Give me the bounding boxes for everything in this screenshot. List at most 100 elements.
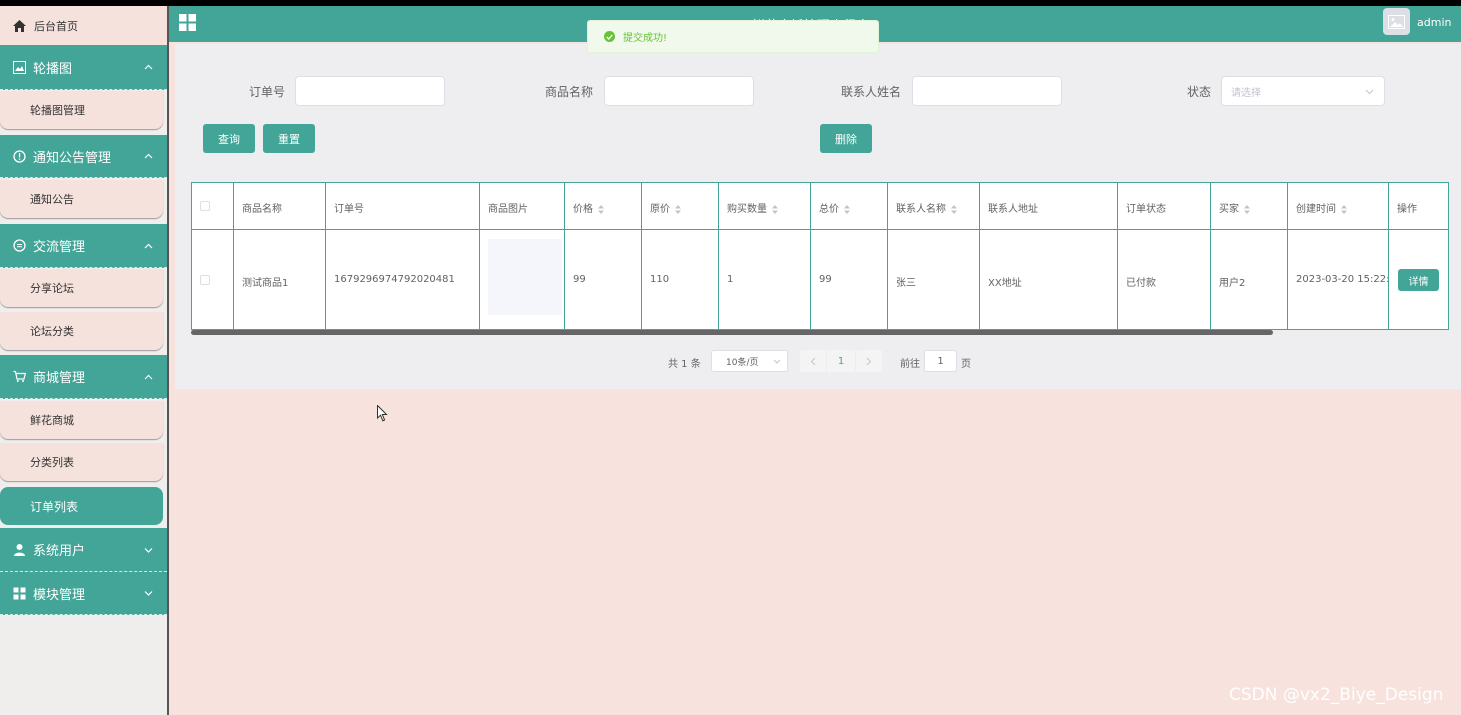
sort-icon <box>951 204 957 214</box>
delete-button[interactable]: 删除 <box>820 124 872 153</box>
column-header-sortable[interactable]: 创建时间 <box>1296 200 1347 215</box>
chevron-down-icon <box>1365 89 1374 95</box>
table-horizontal-scrollbar[interactable] <box>191 330 1273 335</box>
column-header-label: 购买数量 <box>727 204 767 215</box>
image-icon <box>13 60 26 74</box>
column-header: 商品名称 <box>242 204 282 215</box>
column-header-sortable[interactable]: 联系人名称 <box>896 200 957 215</box>
reset-button[interactable]: 重置 <box>263 124 315 153</box>
goto-label: 前往 <box>900 359 920 370</box>
sort-icon <box>844 204 850 214</box>
column-header-label: 买家 <box>1219 204 1239 215</box>
order-no-input[interactable] <box>295 76 445 106</box>
table-col-select <box>192 183 234 329</box>
pagination-total: 共 1 条 <box>668 359 701 370</box>
sidebar-item-label: 论坛分类 <box>30 325 74 338</box>
table-col-total: 总价 99 <box>811 183 888 329</box>
cell-total: 99 <box>819 274 832 285</box>
column-header-label: 创建时间 <box>1296 204 1336 215</box>
product-name-label: 商品名称 <box>545 85 594 99</box>
chat-icon <box>13 239 26 252</box>
table-col-buyer: 买家 用户2 <box>1211 183 1288 329</box>
column-header: 操作 <box>1397 204 1417 215</box>
chevron-up-icon <box>144 64 153 70</box>
chevron-down-icon <box>773 359 781 364</box>
success-toast: 提交成功! <box>587 20 879 53</box>
column-header-sortable[interactable]: 总价 <box>819 200 850 215</box>
column-header-label: 联系人名称 <box>896 204 946 215</box>
sidebar-item-label: 通知公告 <box>30 193 74 206</box>
sidebar-group-modules[interactable]: 模块管理 <box>0 572 167 615</box>
column-header-label: 原价 <box>650 204 670 215</box>
chevron-down-icon <box>144 591 153 596</box>
column-header-sortable[interactable]: 买家 <box>1219 200 1250 215</box>
table-col-created-at: 创建时间 2023-03-20 15:22:5 <box>1288 183 1389 329</box>
watermark: CSDN @vx2_Biye_Design <box>1229 685 1444 705</box>
chevron-up-icon <box>144 153 153 159</box>
next-page-button[interactable] <box>856 350 882 372</box>
menu-grid-icon[interactable] <box>179 14 196 31</box>
column-header-label: 价格 <box>573 204 593 215</box>
cell-buyer: 用户2 <box>1219 278 1246 289</box>
sidebar-item-order-list[interactable]: 订单列表 <box>0 487 163 525</box>
product-name-input[interactable] <box>604 76 754 106</box>
status-label: 状态 <box>1187 85 1212 99</box>
cell-original-price: 110 <box>650 274 670 285</box>
table-col-product-image: 商品图片 <box>480 183 565 329</box>
sidebar-item-carousel-manage[interactable]: 轮播图管理 <box>0 91 163 129</box>
orders-table: 商品名称 测试商品1 订单号 1679296974792020481 商品图片 … <box>191 182 1449 330</box>
chevron-left-icon <box>810 357 816 365</box>
column-header-sortable[interactable]: 价格 <box>573 200 604 215</box>
contact-name-label: 联系人姓名 <box>841 85 902 99</box>
sidebar-item-flower-mall[interactable]: 鲜花商城 <box>0 401 163 439</box>
column-header-sortable[interactable]: 购买数量 <box>727 200 778 215</box>
sidebar-group-forum[interactable]: 交流管理 <box>0 224 167 268</box>
sidebar-item-forum-category[interactable]: 论坛分类 <box>0 312 163 350</box>
chevron-up-icon <box>144 374 153 379</box>
sidebar-group-users[interactable]: 系统用户 <box>0 528 167 572</box>
chevron-right-icon <box>866 357 872 365</box>
avatar[interactable] <box>1383 8 1410 35</box>
cell-quantity: 1 <box>727 274 734 285</box>
sidebar-group-label: 系统用户 <box>33 544 86 559</box>
home-icon <box>13 19 26 32</box>
detail-button[interactable]: 详情 <box>1398 269 1439 291</box>
sidebar-item-notice[interactable]: 通知公告 <box>0 180 163 218</box>
query-button[interactable]: 查询 <box>203 124 255 153</box>
table-col-contact-address: 联系人地址 XX地址 <box>980 183 1118 329</box>
cell-price: 99 <box>573 274 586 285</box>
sidebar-item-share-forum[interactable]: 分享论坛 <box>0 269 163 307</box>
sidebar-group-label: 交流管理 <box>33 240 86 255</box>
page-size-select[interactable]: 10条/页 <box>711 350 788 372</box>
order-no-label: 订单号 <box>249 85 286 99</box>
column-header-sortable[interactable]: 原价 <box>650 200 681 215</box>
table-col-order-no: 订单号 1679296974792020481 <box>326 183 480 329</box>
sort-icon <box>1341 204 1347 214</box>
row-checkbox[interactable] <box>200 275 210 285</box>
product-thumbnail <box>488 239 562 315</box>
sidebar-group-carousel[interactable]: 轮播图 <box>0 45 167 90</box>
contact-name-input[interactable] <box>912 76 1062 106</box>
table-col-status: 订单状态 已付款 <box>1118 183 1211 329</box>
page-number-current[interactable]: 1 <box>827 350 855 372</box>
goto-page-input[interactable]: 1 <box>924 350 957 372</box>
username[interactable]: admin <box>1417 16 1451 29</box>
sort-icon <box>675 204 681 214</box>
status-select[interactable]: 请选择 <box>1221 76 1385 106</box>
grid-icon <box>13 587 26 600</box>
page-size-value: 10条/页 <box>726 357 759 368</box>
sidebar-item-category-list[interactable]: 分类列表 <box>0 443 163 481</box>
sidebar-item-label: 轮播图管理 <box>30 104 85 117</box>
sidebar-group-mall[interactable]: 商城管理 <box>0 355 167 399</box>
column-header: 联系人地址 <box>988 204 1038 215</box>
prev-page-button[interactable] <box>800 350 826 372</box>
select-all-checkbox[interactable] <box>200 201 210 211</box>
info-circle-icon <box>13 149 26 163</box>
sidebar-home-label: 后台首页 <box>34 19 78 33</box>
chevron-up-icon <box>144 243 153 248</box>
cell-status: 已付款 <box>1126 278 1156 289</box>
sidebar-item-home[interactable]: 后台首页 <box>0 6 167 45</box>
sidebar-group-notice[interactable]: 通知公告管理 <box>0 135 167 178</box>
status-placeholder: 请选择 <box>1231 87 1261 99</box>
table-col-actions: 操作 详情 <box>1389 183 1448 329</box>
